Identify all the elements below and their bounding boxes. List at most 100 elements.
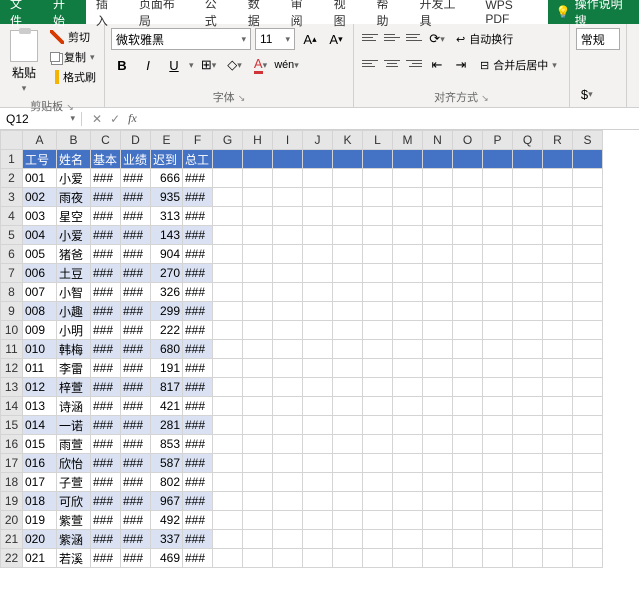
confirm-icon[interactable]: ✓ bbox=[110, 112, 120, 126]
cell[interactable]: 004 bbox=[23, 226, 57, 245]
cell[interactable] bbox=[273, 435, 303, 454]
cell[interactable] bbox=[573, 397, 603, 416]
cell[interactable]: 一诺 bbox=[57, 416, 91, 435]
cell[interactable] bbox=[573, 435, 603, 454]
cell[interactable] bbox=[573, 321, 603, 340]
cell[interactable]: ### bbox=[91, 359, 121, 378]
cell[interactable] bbox=[423, 340, 453, 359]
shrink-font-button[interactable]: A▾ bbox=[325, 28, 347, 50]
cell[interactable] bbox=[513, 378, 543, 397]
cell[interactable]: ### bbox=[183, 359, 213, 378]
cell[interactable] bbox=[333, 397, 363, 416]
cell[interactable] bbox=[213, 511, 243, 530]
cell[interactable] bbox=[513, 169, 543, 188]
cell[interactable]: ### bbox=[121, 321, 151, 340]
cell[interactable] bbox=[393, 435, 423, 454]
cell[interactable]: 猪爸 bbox=[57, 245, 91, 264]
row-header-16[interactable]: 16 bbox=[1, 435, 23, 454]
cell[interactable] bbox=[243, 454, 273, 473]
cell[interactable]: 012 bbox=[23, 378, 57, 397]
cell[interactable] bbox=[513, 302, 543, 321]
cell[interactable]: ### bbox=[183, 340, 213, 359]
cell[interactable] bbox=[573, 188, 603, 207]
wrap-text-button[interactable]: ↩自动换行 bbox=[450, 28, 519, 50]
cell[interactable] bbox=[213, 416, 243, 435]
cell[interactable] bbox=[273, 321, 303, 340]
cell[interactable] bbox=[393, 473, 423, 492]
cell[interactable] bbox=[453, 492, 483, 511]
cell[interactable] bbox=[273, 397, 303, 416]
cell[interactable]: 009 bbox=[23, 321, 57, 340]
cell[interactable] bbox=[303, 340, 333, 359]
cell[interactable]: ### bbox=[183, 207, 213, 226]
cell[interactable] bbox=[273, 549, 303, 568]
cell[interactable]: ### bbox=[183, 397, 213, 416]
cell[interactable] bbox=[573, 226, 603, 245]
cell[interactable] bbox=[333, 321, 363, 340]
cell[interactable] bbox=[243, 416, 273, 435]
cell[interactable] bbox=[243, 530, 273, 549]
cell[interactable] bbox=[573, 473, 603, 492]
cell[interactable]: ### bbox=[121, 549, 151, 568]
cell[interactable] bbox=[243, 245, 273, 264]
cell[interactable] bbox=[423, 264, 453, 283]
cell[interactable] bbox=[483, 264, 513, 283]
format-painter-button[interactable]: 格式刷 bbox=[48, 68, 98, 86]
cell[interactable] bbox=[573, 302, 603, 321]
grow-font-button[interactable]: A▴ bbox=[299, 28, 321, 50]
number-format-select[interactable]: 常规 bbox=[576, 28, 620, 50]
cell[interactable] bbox=[453, 435, 483, 454]
cell[interactable] bbox=[543, 169, 573, 188]
tell-me-search[interactable]: 💡 操作说明搜 bbox=[548, 0, 639, 24]
table-header-cell[interactable]: 工号 bbox=[23, 150, 57, 169]
cell[interactable]: 018 bbox=[23, 492, 57, 511]
align-bottom-button[interactable] bbox=[404, 28, 424, 46]
cell[interactable] bbox=[543, 492, 573, 511]
cell[interactable]: ### bbox=[183, 530, 213, 549]
cell[interactable]: ### bbox=[91, 188, 121, 207]
cell[interactable] bbox=[573, 207, 603, 226]
cell[interactable] bbox=[363, 549, 393, 568]
row-header-3[interactable]: 3 bbox=[1, 188, 23, 207]
cell[interactable] bbox=[273, 188, 303, 207]
cell[interactable] bbox=[513, 454, 543, 473]
select-all-corner[interactable] bbox=[1, 131, 23, 150]
cell[interactable] bbox=[243, 473, 273, 492]
cell[interactable]: 土豆 bbox=[57, 264, 91, 283]
cell[interactable]: 191 bbox=[151, 359, 183, 378]
cell[interactable] bbox=[423, 245, 453, 264]
cell[interactable]: ### bbox=[183, 378, 213, 397]
cell[interactable] bbox=[303, 378, 333, 397]
name-box[interactable]: Q12▾ bbox=[0, 112, 82, 126]
cell[interactable]: ### bbox=[183, 321, 213, 340]
cell[interactable] bbox=[303, 397, 333, 416]
cell[interactable]: ### bbox=[183, 492, 213, 511]
cell[interactable] bbox=[543, 264, 573, 283]
cell[interactable] bbox=[363, 378, 393, 397]
col-header-A[interactable]: A bbox=[23, 131, 57, 150]
cell[interactable] bbox=[243, 359, 273, 378]
cell[interactable] bbox=[333, 530, 363, 549]
underline-button[interactable]: U bbox=[163, 54, 185, 76]
cell[interactable]: 010 bbox=[23, 340, 57, 359]
cell[interactable] bbox=[303, 416, 333, 435]
cell[interactable] bbox=[513, 435, 543, 454]
tab-插入[interactable]: 插入 bbox=[86, 0, 129, 24]
align-center-button[interactable] bbox=[382, 54, 402, 72]
row-header-12[interactable]: 12 bbox=[1, 359, 23, 378]
cell[interactable]: ### bbox=[91, 454, 121, 473]
row-header-9[interactable]: 9 bbox=[1, 302, 23, 321]
align-middle-button[interactable] bbox=[382, 28, 402, 46]
cell[interactable] bbox=[393, 188, 423, 207]
cell[interactable]: ### bbox=[183, 283, 213, 302]
col-header-F[interactable]: F bbox=[183, 131, 213, 150]
cell[interactable] bbox=[243, 340, 273, 359]
cell[interactable]: ### bbox=[183, 226, 213, 245]
cell[interactable] bbox=[513, 473, 543, 492]
cell[interactable]: 005 bbox=[23, 245, 57, 264]
col-header-R[interactable]: R bbox=[543, 131, 573, 150]
cell[interactable]: ### bbox=[121, 511, 151, 530]
cell[interactable]: 802 bbox=[151, 473, 183, 492]
tab-审阅[interactable]: 审阅 bbox=[281, 0, 324, 24]
cell[interactable]: ### bbox=[183, 511, 213, 530]
